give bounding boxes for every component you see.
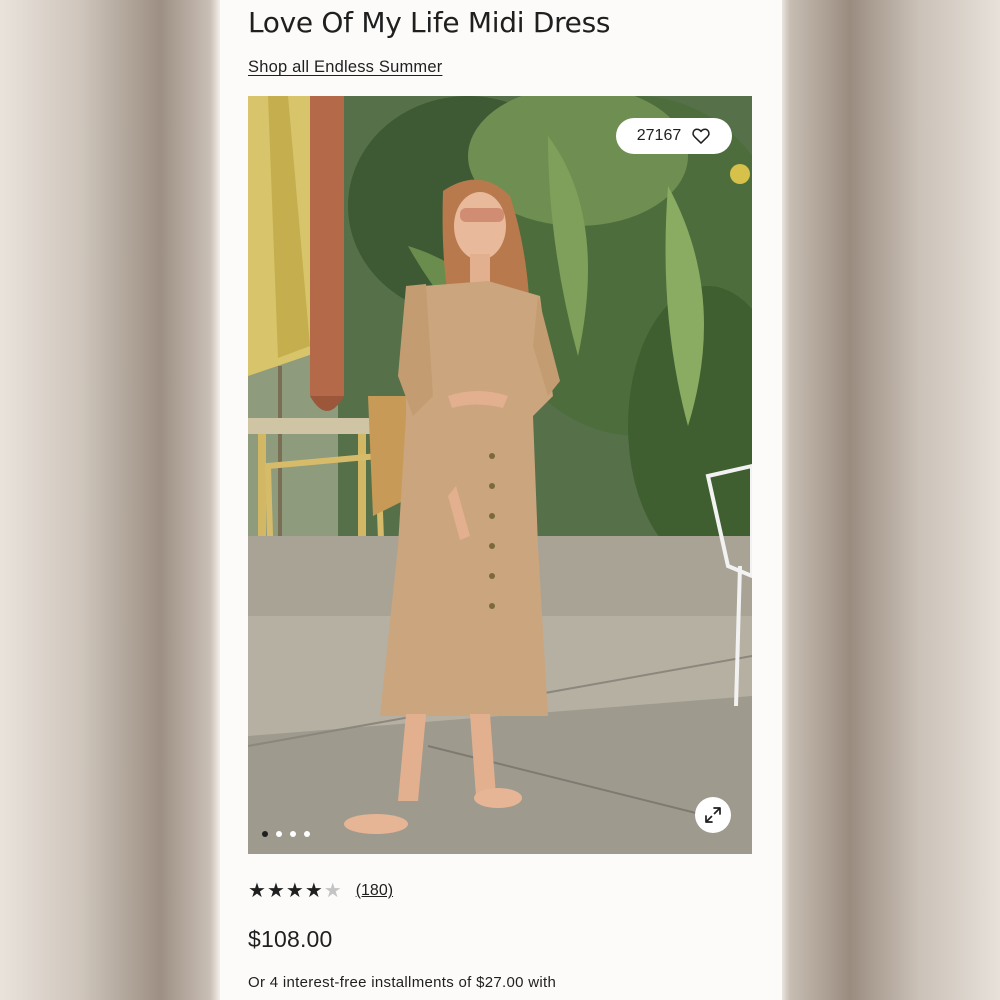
star-icon: ★ <box>248 880 266 902</box>
product-image[interactable]: 27167 <box>248 96 752 854</box>
gallery-dot[interactable] <box>262 831 268 837</box>
gallery-dot[interactable] <box>276 831 282 837</box>
expand-arrows-icon <box>705 807 721 823</box>
star-icon: ★ <box>285 880 304 902</box>
rating-row: ★ ★ ★ ★ ★ (180) <box>248 881 393 901</box>
reviews-link[interactable]: (180) <box>356 882 393 900</box>
star-icon: ★ <box>304 880 323 902</box>
star-icon: ★ <box>323 880 342 902</box>
heart-icon <box>692 128 710 144</box>
favorite-count: 27167 <box>636 127 682 144</box>
shop-collection-link[interactable]: Shop all Endless Summer <box>248 58 442 77</box>
star-icon: ★ <box>266 880 285 902</box>
installments-text: Or 4 interest-free installments of $27.0… <box>248 974 557 991</box>
gallery-dot[interactable] <box>304 831 310 837</box>
expand-image-button[interactable] <box>695 797 731 833</box>
star-rating: ★ ★ ★ ★ ★ <box>248 881 342 901</box>
favorite-button[interactable]: 27167 <box>616 118 732 154</box>
gallery-pagination[interactable] <box>262 831 310 837</box>
product-price: $108.00 <box>248 926 333 952</box>
gallery-dot[interactable] <box>290 831 296 837</box>
product-photo-illustration <box>248 96 752 854</box>
product-title: Love Of My Life Midi Dress <box>248 6 611 39</box>
product-panel: Love Of My Life Midi Dress Shop all Endl… <box>220 0 782 1000</box>
